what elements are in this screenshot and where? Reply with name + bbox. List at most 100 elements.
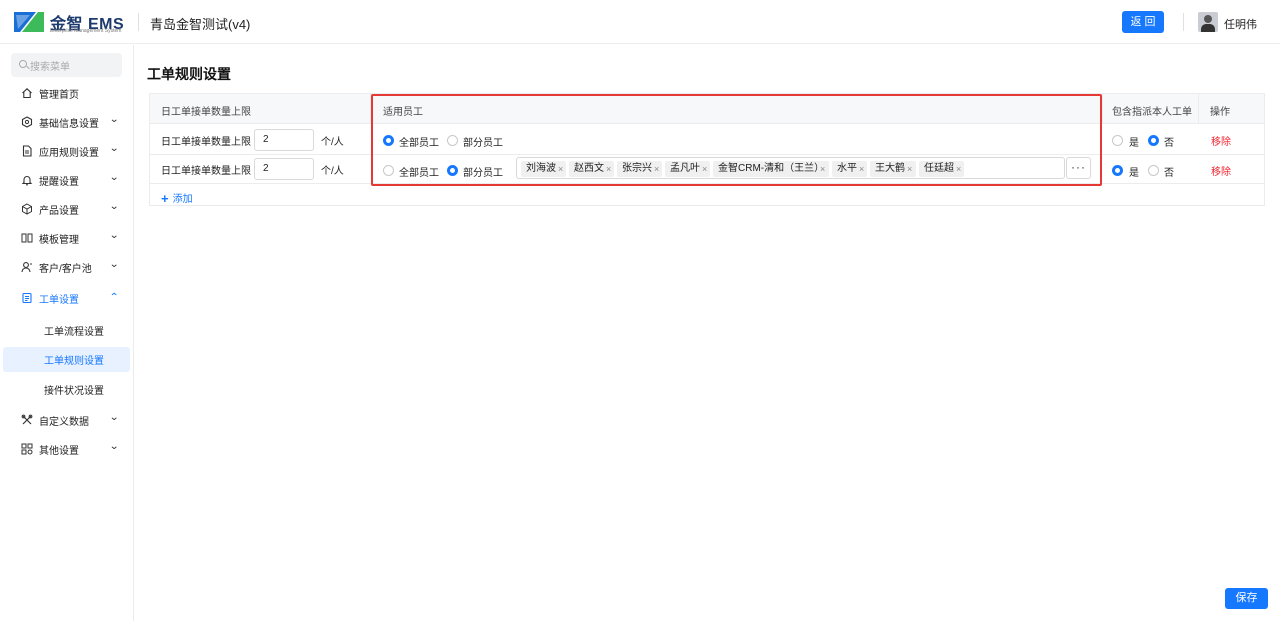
chevron-down-icon: ⌄ bbox=[109, 201, 120, 212]
chevron-down-icon: ⌄ bbox=[109, 441, 120, 452]
include-no-radio[interactable] bbox=[1148, 135, 1159, 146]
table-row: 日工单接单数量上限 2 个/人 全部员工 部分员工 刘海波 × 赵西文 × 张宗兴 ×… bbox=[150, 154, 1264, 183]
sidebar-item-customers[interactable]: 客户/客户池 ⌄ bbox=[0, 255, 134, 279]
close-icon[interactable]: × bbox=[558, 161, 563, 177]
unit-label: 个/人 bbox=[321, 137, 344, 148]
scope-partial-label[interactable]: 部分员工 bbox=[463, 164, 503, 179]
chevron-down-icon: ⌄ bbox=[109, 143, 120, 154]
logo: 金智 EMS Enterprise Management System bbox=[14, 9, 132, 35]
employee-tag[interactable]: 任廷超 × bbox=[919, 161, 964, 177]
employee-tag[interactable]: 王大鹤 × bbox=[870, 161, 916, 177]
more-options-button[interactable]: ··· bbox=[1066, 157, 1091, 179]
scope-all-label[interactable]: 全部员工 bbox=[399, 164, 439, 179]
bell-icon bbox=[20, 173, 33, 186]
chevron-down-icon: ⌄ bbox=[109, 259, 120, 270]
remove-link[interactable]: 移除 bbox=[1211, 163, 1231, 178]
include-no-label[interactable]: 否 bbox=[1164, 164, 1174, 179]
close-icon[interactable]: × bbox=[654, 161, 659, 177]
sidebar-item-ticket-settings[interactable]: 工单设置 ⌃ bbox=[0, 286, 134, 310]
ticket-icon bbox=[20, 291, 33, 304]
chevron-down-icon: ⌄ bbox=[109, 412, 120, 423]
scope-all-radio[interactable] bbox=[383, 135, 394, 146]
add-row-button[interactable]: + 添加 bbox=[161, 190, 193, 206]
avatar[interactable] bbox=[1198, 12, 1218, 32]
sidebar-item-products[interactable]: 产品设置 ⌄ bbox=[0, 197, 134, 221]
tools-icon bbox=[20, 413, 33, 426]
rules-table: 日工单接单数量上限 适用员工 包含指派本人工单 操作 日工单接单数量上限 2 个… bbox=[149, 93, 1265, 206]
sidebar-item-app-rules[interactable]: 应用规则设置 ⌄ bbox=[0, 139, 134, 163]
scope-all-radio[interactable] bbox=[383, 165, 394, 176]
include-no-radio[interactable] bbox=[1148, 165, 1159, 176]
app-title: 青岛金智测试(v4) bbox=[150, 17, 251, 32]
sidebar-item-other-settings[interactable]: 其他设置 ⌄ bbox=[0, 437, 134, 461]
chevron-down-icon: ⌄ bbox=[109, 172, 120, 183]
column-header-limit: 日工单接单数量上限 bbox=[161, 107, 251, 118]
logo-subtitle: Enterprise Management System bbox=[50, 28, 122, 34]
scope-partial-label[interactable]: 部分员工 bbox=[463, 134, 503, 149]
template-icon bbox=[20, 231, 33, 244]
include-yes-label[interactable]: 是 bbox=[1129, 134, 1139, 149]
sidebar-item-templates[interactable]: 模板管理 ⌄ bbox=[0, 226, 134, 250]
employee-select[interactable]: 刘海波 × 赵西文 × 张宗兴 × 孟凡叶 × 金智CRM-清和（王兰） × 水平 × 王大… bbox=[516, 157, 1065, 179]
employee-tag[interactable]: 张宗兴 × bbox=[617, 161, 662, 177]
user-icon bbox=[20, 260, 33, 273]
unit-label: 个/人 bbox=[321, 166, 344, 177]
chevron-down-icon: ⌄ bbox=[109, 230, 120, 241]
limit-label: 日工单接单数量上限 bbox=[161, 137, 251, 148]
include-yes-radio[interactable] bbox=[1112, 165, 1123, 176]
sidebar-subitem-ticket-rules[interactable]: 工单规则设置 bbox=[0, 347, 134, 372]
employee-tag[interactable]: 赵西文 × bbox=[569, 161, 614, 177]
chevron-up-icon: ⌃ bbox=[109, 292, 120, 303]
limit-label: 日工单接单数量上限 bbox=[161, 166, 251, 177]
scope-partial-radio[interactable] bbox=[447, 135, 458, 146]
logo-icon bbox=[14, 12, 44, 32]
limit-input[interactable]: 2 bbox=[254, 129, 314, 151]
sidebar-subitem-ticket-flow[interactable]: 工单流程设置 bbox=[0, 318, 134, 342]
include-yes-label[interactable]: 是 bbox=[1129, 164, 1139, 179]
user-name[interactable]: 任明伟 bbox=[1224, 16, 1257, 32]
sidebar-item-home[interactable]: 管理首页 bbox=[0, 81, 134, 105]
employee-tag[interactable]: 孟凡叶 × bbox=[665, 161, 710, 177]
employee-tag[interactable]: 金智CRM-清和（王兰） × bbox=[713, 161, 829, 177]
close-icon[interactable]: × bbox=[820, 161, 825, 177]
grid-icon bbox=[20, 442, 33, 455]
header-divider bbox=[1183, 13, 1184, 31]
settings-icon bbox=[20, 115, 33, 128]
close-icon[interactable]: × bbox=[907, 161, 912, 177]
column-header-employees: 适用员工 bbox=[383, 107, 423, 118]
document-icon bbox=[20, 144, 33, 157]
sidebar-item-reminders[interactable]: 提醒设置 ⌄ bbox=[0, 168, 134, 192]
search-input[interactable]: 搜索菜单 bbox=[11, 53, 122, 77]
include-yes-radio[interactable] bbox=[1112, 135, 1123, 146]
close-icon[interactable]: × bbox=[606, 161, 611, 177]
include-no-label[interactable]: 否 bbox=[1164, 134, 1174, 149]
scope-partial-radio[interactable] bbox=[447, 165, 458, 176]
box-icon bbox=[20, 202, 33, 215]
search-icon bbox=[19, 60, 27, 68]
employee-tag[interactable]: 水平 × bbox=[832, 161, 867, 177]
sidebar-item-basic-info[interactable]: 基础信息设置 ⌄ bbox=[0, 110, 134, 134]
sidebar: 搜索菜单 管理首页 基础信息设置 ⌄ 应用规则设置 ⌄ 提醒设置 ⌄ 产品设置 … bbox=[0, 45, 134, 621]
page-title: 工单规则设置 bbox=[147, 66, 231, 82]
employee-tag[interactable]: 刘海波 × bbox=[521, 161, 566, 177]
column-header-include-self: 包含指派本人工单 bbox=[1112, 107, 1192, 118]
sidebar-subitem-receipt-status[interactable]: 接件状况设置 bbox=[0, 377, 134, 401]
header-divider bbox=[138, 13, 139, 31]
back-button[interactable]: 返 回 bbox=[1122, 11, 1164, 33]
save-button[interactable]: 保存 bbox=[1225, 588, 1268, 609]
chevron-down-icon: ⌄ bbox=[109, 114, 120, 125]
column-header-action: 操作 bbox=[1210, 107, 1230, 118]
table-row: 日工单接单数量上限 2 个/人 全部员工 部分员工 是 否 移除 bbox=[150, 125, 1264, 154]
remove-link[interactable]: 移除 bbox=[1211, 133, 1231, 148]
table-header: 日工单接单数量上限 适用员工 包含指派本人工单 操作 bbox=[150, 94, 1264, 124]
close-icon[interactable]: × bbox=[859, 161, 864, 177]
plus-icon: + bbox=[161, 191, 169, 206]
search-placeholder: 搜索菜单 bbox=[30, 62, 70, 73]
scope-all-label[interactable]: 全部员工 bbox=[399, 134, 439, 149]
sidebar-item-custom-data[interactable]: 自定义数据 ⌄ bbox=[0, 408, 134, 432]
close-icon[interactable]: × bbox=[956, 161, 961, 177]
top-header: 金智 EMS Enterprise Management System 青岛金智… bbox=[0, 0, 1280, 44]
close-icon[interactable]: × bbox=[702, 161, 707, 177]
limit-input[interactable]: 2 bbox=[254, 158, 314, 180]
home-icon bbox=[20, 86, 33, 99]
